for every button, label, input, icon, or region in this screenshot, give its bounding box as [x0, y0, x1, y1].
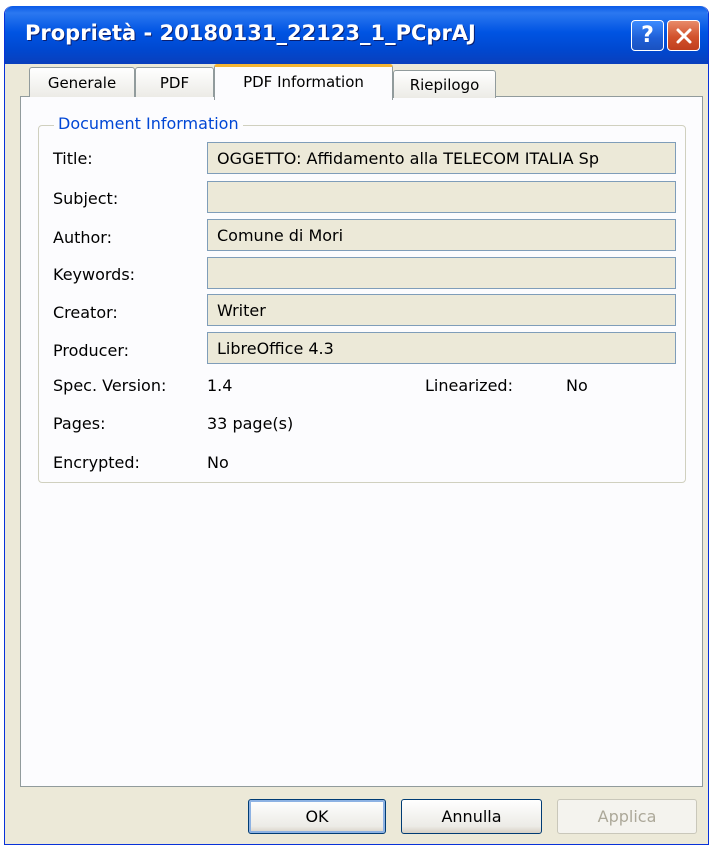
author-label: Author:: [53, 228, 112, 247]
tab-label: PDF: [159, 73, 190, 92]
pages-label: Pages:: [53, 414, 106, 433]
tab-label: Riepilogo: [409, 75, 480, 94]
subject-label: Subject:: [53, 189, 119, 208]
title-label: Title:: [53, 149, 93, 168]
encrypted-value: No: [207, 453, 229, 472]
keywords-label: Keywords:: [53, 265, 136, 284]
group-legend: Document Information: [54, 114, 243, 133]
tab-label: Generale: [47, 73, 117, 92]
tab-riepilogo[interactable]: Riepilogo: [393, 70, 496, 98]
title-bar[interactable]: Proprietà - 20180131_22123_1_PCprAJ ?: [5, 6, 708, 64]
tab-generale[interactable]: Generale: [29, 67, 135, 97]
ok-button-label: OK: [305, 807, 329, 826]
close-icon: [676, 28, 691, 43]
cancel-button[interactable]: Annulla: [401, 799, 542, 834]
author-field[interactable]: Comune di Mori: [207, 219, 676, 251]
cancel-button-label: Annulla: [441, 807, 502, 826]
close-button[interactable]: [667, 20, 700, 51]
encrypted-label: Encrypted:: [53, 453, 140, 472]
tab-label: PDF Information: [243, 72, 364, 91]
window-title: Proprietà - 20180131_22123_1_PCprAJ: [25, 21, 476, 45]
linearized-value: No: [566, 376, 588, 395]
help-button[interactable]: ?: [631, 20, 664, 51]
spec-version-label: Spec. Version:: [53, 376, 167, 395]
help-icon: ?: [641, 22, 654, 48]
spec-version-value: 1.4: [207, 376, 233, 395]
title-field[interactable]: OGGETTO: Affidamento alla TELECOM ITALIA…: [207, 142, 676, 174]
producer-label: Producer:: [53, 341, 130, 360]
apply-button[interactable]: Applica: [557, 799, 697, 834]
keywords-field[interactable]: [207, 257, 676, 289]
subject-field[interactable]: [207, 181, 676, 213]
tab-pdf-information[interactable]: PDF Information: [214, 64, 393, 100]
producer-field[interactable]: LibreOffice 4.3: [207, 332, 676, 364]
ok-button[interactable]: OK: [248, 799, 386, 834]
apply-button-label: Applica: [597, 807, 657, 826]
linearized-label: Linearized:: [425, 376, 513, 395]
creator-field[interactable]: Writer: [207, 294, 676, 326]
tab-pdf[interactable]: PDF: [135, 67, 214, 97]
creator-label: Creator:: [53, 303, 118, 322]
pages-value: 33 page(s): [207, 414, 294, 433]
